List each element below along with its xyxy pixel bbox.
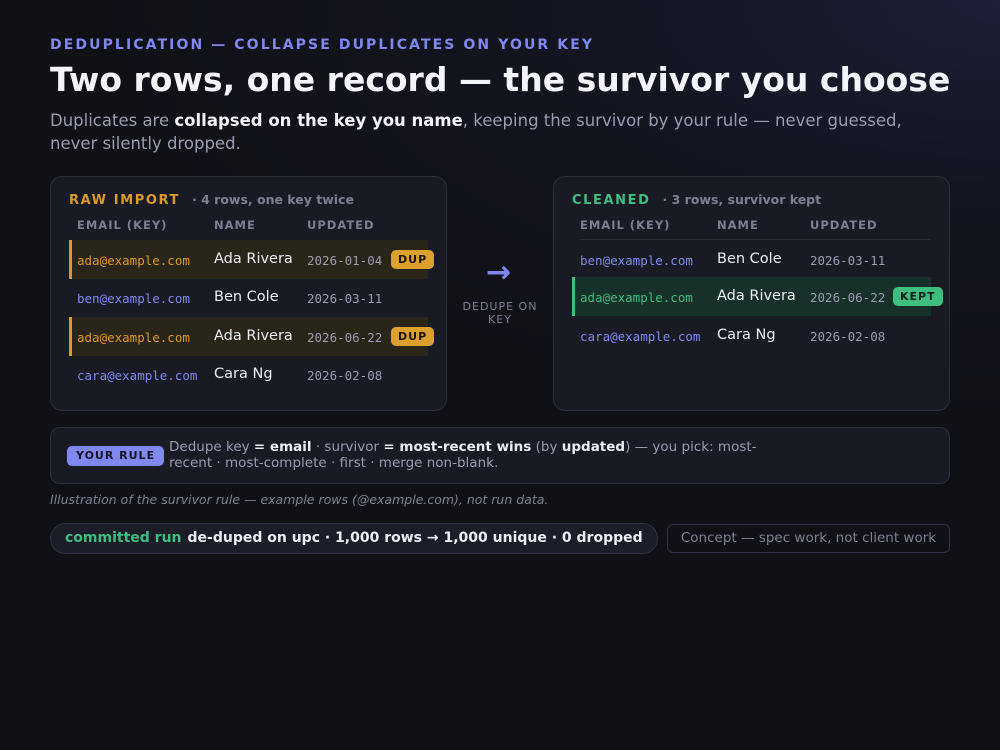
status-key: committed run xyxy=(65,530,182,546)
col-email: EMAIL (KEY) xyxy=(77,218,168,232)
table-row: ada@example.com Ada Rivera 2026-01-04 DU… xyxy=(69,240,435,279)
rule-survivor: = most-recent wins xyxy=(383,439,532,455)
subtitle: Duplicates are collapsed on the key you … xyxy=(50,109,930,155)
dedupe-label: DEDUPE ON KEY xyxy=(462,300,538,326)
clean-card-header: CLEANED · 3 rows, survivor kept xyxy=(572,192,821,208)
row-updated: 2026-06-22 xyxy=(810,290,886,305)
row-name: Ben Cole xyxy=(717,251,782,267)
row-name: Ada Rivera xyxy=(214,251,293,267)
arrow-right-icon: → xyxy=(486,255,512,290)
col-name: NAME xyxy=(214,218,256,232)
clean-column-headers: EMAIL (KEY) NAME UPDATED xyxy=(580,218,931,240)
row-name: Ada Rivera xyxy=(717,288,796,304)
row-name: Ben Cole xyxy=(214,289,279,305)
dup-badge: DUP xyxy=(391,327,435,346)
row-name: Cara Ng xyxy=(717,327,776,343)
row-email: cara@example.com xyxy=(580,329,701,344)
rule-key: = email xyxy=(253,439,312,455)
raw-column-headers: EMAIL (KEY) NAME UPDATED xyxy=(77,218,428,240)
subtitle-pre: Duplicates are xyxy=(50,111,175,130)
row-email: ben@example.com xyxy=(77,291,190,306)
row-name: Cara Ng xyxy=(214,366,273,382)
row-email: ada@example.com xyxy=(580,290,693,305)
status-value: de-duped on upc · 1,000 rows → 1,000 uni… xyxy=(187,530,643,546)
rule-t3: (by xyxy=(531,439,562,455)
concept-note: Concept — spec work, not client work xyxy=(667,524,950,553)
your-rule-tag: YOUR RULE xyxy=(67,446,165,466)
row-updated: 2026-02-08 xyxy=(307,368,383,383)
rule-field: updated xyxy=(561,439,626,455)
cleaned-card: CLEANED · 3 rows, survivor kept EMAIL (KE… xyxy=(553,176,950,411)
row-email: ada@example.com xyxy=(77,330,190,345)
eyebrow: DEDUPLICATION — COLLAPSE DUPLICATES ON Y… xyxy=(50,37,595,53)
row-updated: 2026-06-22 xyxy=(307,330,383,345)
rule-t1: Dedupe key xyxy=(169,439,254,455)
table-row: ada@example.com Ada Rivera 2026-06-22 DU… xyxy=(69,317,435,356)
table-row: cara@example.com Cara Ng 2026-02-08 xyxy=(69,355,428,394)
row-name: Ada Rivera xyxy=(214,328,293,344)
col-name: NAME xyxy=(717,218,759,232)
col-updated: UPDATED xyxy=(810,218,878,232)
dup-badge: DUP xyxy=(391,250,435,269)
table-row: ada@example.com Ada Rivera 2026-06-22 KE… xyxy=(572,277,943,316)
kept-badge: KEPT xyxy=(893,287,943,306)
raw-import-card: RAW IMPORT · 4 rows, one key twice EMAIL … xyxy=(50,176,447,411)
clean-card-label: CLEANED xyxy=(572,193,651,208)
row-updated: 2026-03-11 xyxy=(307,291,383,306)
table-row: ben@example.com Ben Cole 2026-03-11 xyxy=(69,278,428,317)
raw-card-label: RAW IMPORT xyxy=(69,193,180,208)
row-updated: 2026-01-04 xyxy=(307,253,383,268)
page-title: Two rows, one record — the survivor you … xyxy=(50,60,951,99)
row-email: ada@example.com xyxy=(77,253,190,268)
table-row: ben@example.com Ben Cole 2026-03-11 xyxy=(572,240,931,279)
rule-panel: YOUR RULE Dedupe key = email · survivor … xyxy=(50,427,950,484)
col-email: EMAIL (KEY) xyxy=(580,218,671,232)
row-email: cara@example.com xyxy=(77,368,198,383)
raw-card-header: RAW IMPORT · 4 rows, one key twice xyxy=(69,192,354,208)
caption: Illustration of the survivor rule — exam… xyxy=(50,492,549,507)
rule-t2: · survivor xyxy=(311,439,384,455)
clean-card-meta: · 3 rows, survivor kept xyxy=(662,192,822,207)
row-updated: 2026-03-11 xyxy=(810,253,886,268)
row-email: ben@example.com xyxy=(580,253,693,268)
col-updated: UPDATED xyxy=(307,218,375,232)
rule-text: Dedupe key = email · survivor = most-rec… xyxy=(169,439,759,471)
row-updated: 2026-02-08 xyxy=(810,329,886,344)
subtitle-bold: collapsed on the key you name xyxy=(174,111,463,130)
table-row: cara@example.com Cara Ng 2026-02-08 xyxy=(572,316,931,355)
raw-card-meta: · 4 rows, one key twice xyxy=(192,192,354,207)
committed-run-status: committed run de-duped on upc · 1,000 row… xyxy=(50,523,658,554)
